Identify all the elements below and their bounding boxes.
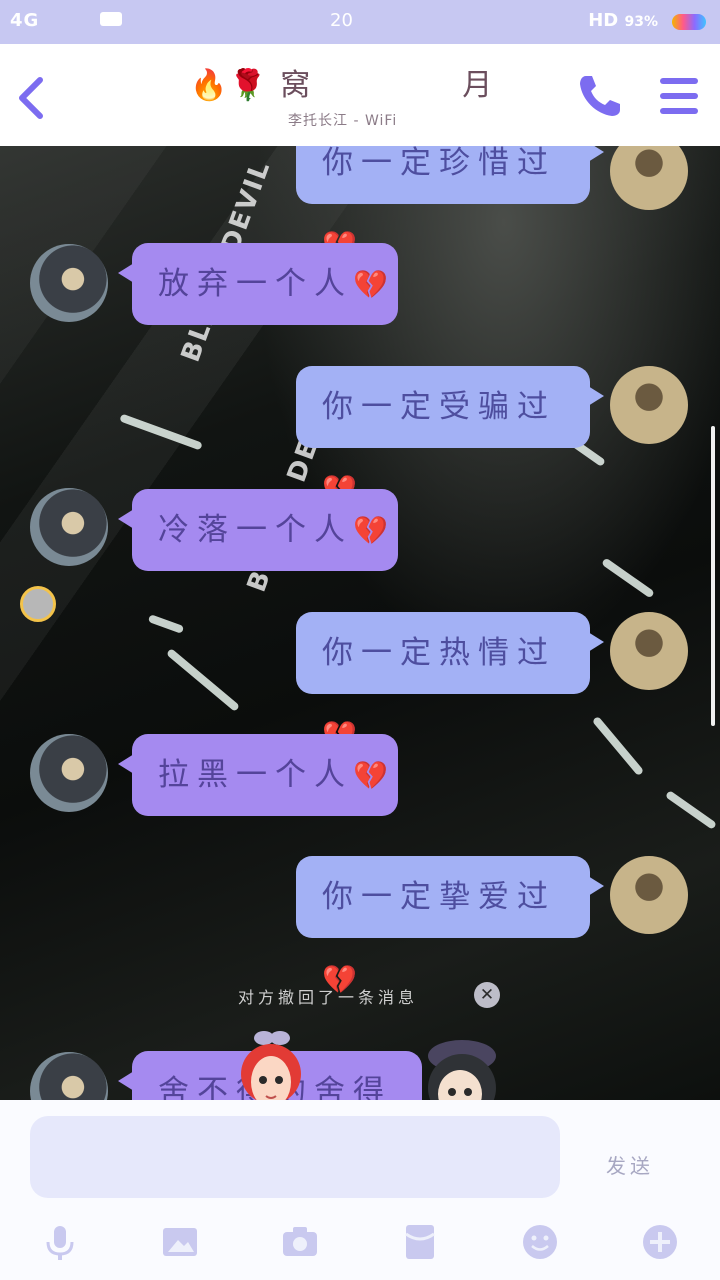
- status-bar: 4G 20 HD 93%: [0, 0, 720, 44]
- recording-icon: [100, 12, 122, 26]
- chat-subtitle: 李托长江 - WiFi: [288, 113, 398, 129]
- background-streak: [591, 715, 645, 777]
- input-bar: 发送: [0, 1100, 720, 1280]
- chat-title: 🔥🌹 窝 月: [190, 60, 494, 104]
- message-bubble[interactable]: 你一定挚爱过💔: [296, 856, 604, 996]
- message-bubble[interactable]: 冷落一个人💔: [118, 489, 398, 571]
- send-button[interactable]: 发送: [606, 1150, 654, 1179]
- message-bubble[interactable]: 你一定受骗过💔: [296, 366, 604, 506]
- message-bubble[interactable]: 放弃一个人💔: [118, 243, 398, 325]
- call-button[interactable]: [572, 68, 628, 124]
- background-streak: [119, 413, 203, 451]
- avatar[interactable]: [30, 734, 108, 812]
- microphone-icon[interactable]: [40, 1222, 80, 1262]
- floating-assistive-button[interactable]: [20, 586, 56, 622]
- scrollbar[interactable]: [711, 426, 715, 726]
- red-packet-icon[interactable]: [400, 1222, 440, 1262]
- chat-header: 🔥🌹 窝 月 李托长江 - WiFi: [0, 44, 720, 146]
- message-input[interactable]: [30, 1116, 560, 1198]
- message-bubble[interactable]: 拉黑一个人💔: [118, 734, 398, 816]
- message-bubble[interactable]: 你一定热情过💔: [296, 612, 604, 752]
- broken-heart-icon: 💔: [353, 514, 388, 547]
- message-text: 你一定热情过: [322, 635, 556, 671]
- avatar[interactable]: [610, 146, 688, 210]
- clock: 20: [330, 10, 353, 31]
- message-text: 你一定挚爱过: [322, 879, 556, 915]
- close-icon[interactable]: ✕: [474, 982, 500, 1008]
- plus-icon[interactable]: [640, 1222, 680, 1262]
- recall-notice: 对方撤回了一条消息: [238, 988, 419, 1007]
- broken-heart-icon: 💔: [353, 268, 388, 301]
- camera-icon[interactable]: [280, 1222, 320, 1262]
- menu-icon: [660, 78, 698, 114]
- menu-button[interactable]: [654, 72, 704, 120]
- chat-title-name: 🔥🌹 窝: [190, 68, 313, 103]
- input-toolbar: [0, 1214, 720, 1274]
- avatar[interactable]: [610, 612, 688, 690]
- background-streak: [165, 648, 241, 712]
- background-streak: [664, 790, 718, 830]
- phone-icon: [580, 76, 620, 116]
- broken-heart-icon: 💔: [353, 759, 388, 792]
- background-streak: [601, 557, 655, 599]
- chat-title-suffix: 月: [462, 68, 495, 103]
- avatar[interactable]: [610, 366, 688, 444]
- back-button[interactable]: [8, 66, 60, 126]
- wifi-indicator: HD 93%: [588, 10, 658, 31]
- network-indicator: 4G: [10, 10, 40, 31]
- chat-area[interactable]: BLACK DEVIL BLACK DEVIL 你一定珍惜过💔 放弃一个人💔 你…: [0, 146, 720, 1100]
- background-streak: [147, 614, 185, 634]
- message-bubble[interactable]: 你一定珍惜过💔: [296, 146, 604, 262]
- emoji-icon[interactable]: [520, 1222, 560, 1262]
- avatar[interactable]: [30, 244, 108, 322]
- chevron-left-icon: [19, 77, 43, 119]
- message-text: 拉黑一个人: [158, 757, 353, 793]
- image-icon[interactable]: [160, 1222, 200, 1262]
- message-text: 你一定珍惜过: [322, 146, 556, 181]
- message-text: 放弃一个人: [158, 266, 353, 302]
- avatar[interactable]: [30, 488, 108, 566]
- battery-icon: [672, 14, 706, 30]
- avatar[interactable]: [30, 1052, 108, 1100]
- message-text: 冷落一个人: [158, 512, 353, 548]
- avatar[interactable]: [610, 856, 688, 934]
- message-text: 你一定受骗过: [322, 389, 556, 425]
